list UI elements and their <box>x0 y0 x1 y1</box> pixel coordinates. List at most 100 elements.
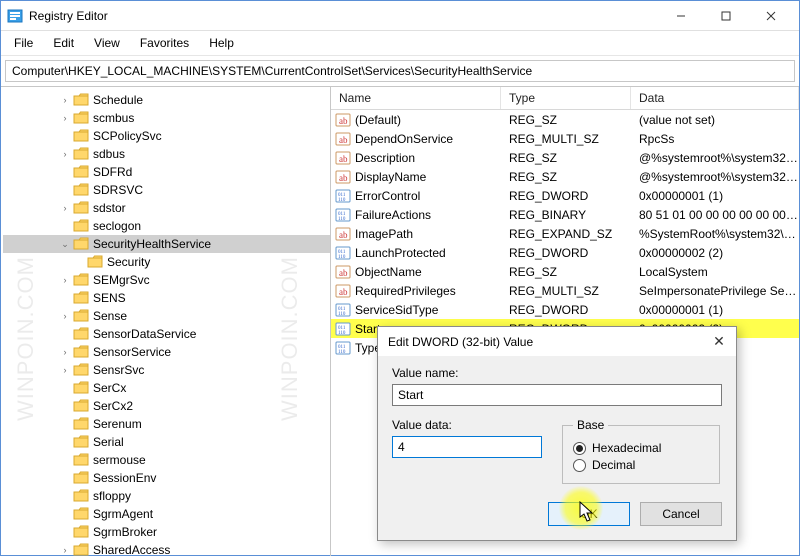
value-row[interactable]: 011110LaunchProtectedREG_DWORD0x00000002… <box>331 243 799 262</box>
dialog-title: Edit DWORD (32-bit) Value <box>388 335 710 349</box>
folder-icon <box>73 507 89 521</box>
tree-item-label: Sense <box>93 309 127 323</box>
tree-item-sgrmagent[interactable]: SgrmAgent <box>3 505 330 523</box>
chevron-right-icon[interactable]: › <box>59 149 71 159</box>
tree-item-serial[interactable]: Serial <box>3 433 330 451</box>
value-row[interactable]: abImagePathREG_EXPAND_SZ%SystemRoot%\sys… <box>331 224 799 243</box>
tree-item-semgrsvc[interactable]: › SEMgrSvc <box>3 271 330 289</box>
ok-button[interactable]: OK <box>548 502 630 526</box>
binary-value-icon: 011110 <box>335 321 351 337</box>
radio-hexadecimal[interactable]: Hexadecimal <box>573 441 709 455</box>
value-row[interactable]: 011110ErrorControlREG_DWORD0x00000001 (1… <box>331 186 799 205</box>
tree-item-scpolicysvc[interactable]: SCPolicySvc <box>3 127 330 145</box>
tree-item-sensordataservice[interactable]: SensorDataService <box>3 325 330 343</box>
svg-text:110: 110 <box>338 255 346 260</box>
folder-icon <box>73 129 89 143</box>
tree-item-label: Security <box>107 255 150 269</box>
value-row[interactable]: abDependOnServiceREG_MULTI_SZRpcSs <box>331 129 799 148</box>
tree-item-label: SEMgrSvc <box>93 273 150 287</box>
folder-icon <box>73 273 89 287</box>
maximize-button[interactable] <box>703 1 748 31</box>
folder-icon <box>73 165 89 179</box>
menu-file[interactable]: File <box>5 33 42 53</box>
tree-item-label: SecurityHealthService <box>93 237 211 251</box>
value-row[interactable]: 011110FailureActionsREG_BINARY80 51 01 0… <box>331 205 799 224</box>
tree-item-serenum[interactable]: Serenum <box>3 415 330 433</box>
tree-item-sense[interactable]: › Sense <box>3 307 330 325</box>
chevron-right-icon[interactable]: › <box>59 545 71 555</box>
tree-item-sercx2[interactable]: SerCx2 <box>3 397 330 415</box>
chevron-down-icon[interactable]: ⌄ <box>59 239 71 250</box>
value-name-input[interactable] <box>392 384 722 406</box>
tree-item-securityhealthservice[interactable]: ⌄ SecurityHealthService <box>3 235 330 253</box>
folder-icon <box>73 435 89 449</box>
binary-value-icon: 011110 <box>335 302 351 318</box>
value-row[interactable]: abDescriptionREG_SZ@%systemroot%\system3… <box>331 148 799 167</box>
menu-favorites[interactable]: Favorites <box>131 33 198 53</box>
chevron-right-icon[interactable]: › <box>59 275 71 285</box>
chevron-right-icon[interactable]: › <box>59 95 71 105</box>
tree-item-security[interactable]: Security <box>3 253 330 271</box>
folder-icon <box>73 453 89 467</box>
tree-item-sensrsvc[interactable]: ›SensrSvc <box>3 361 330 379</box>
menu-edit[interactable]: Edit <box>44 33 83 53</box>
value-data-input[interactable] <box>392 436 542 458</box>
minimize-button[interactable] <box>658 1 703 31</box>
tree-item-seclogon[interactable]: seclogon <box>3 217 330 235</box>
tree-item-sensorservice[interactable]: ›SensorService <box>3 343 330 361</box>
value-row[interactable]: ab(Default)REG_SZ(value not set) <box>331 110 799 129</box>
tree-item-scmbus[interactable]: ›scmbus <box>3 109 330 127</box>
tree-item-sdfrd[interactable]: SDFRd <box>3 163 330 181</box>
tree-item-schedule[interactable]: ›Schedule <box>3 91 330 109</box>
menu-help[interactable]: Help <box>200 33 243 53</box>
value-type: REG_MULTI_SZ <box>501 284 631 298</box>
tree-item-sdstor[interactable]: ›sdstor <box>3 199 330 217</box>
column-type[interactable]: Type <box>501 87 631 109</box>
binary-value-icon: 011110 <box>335 207 351 223</box>
menu-view[interactable]: View <box>85 33 129 53</box>
svg-text:ab: ab <box>339 173 348 183</box>
value-type: REG_EXPAND_SZ <box>501 227 631 241</box>
close-button[interactable] <box>748 1 793 31</box>
radio-icon <box>573 459 586 472</box>
dialog-close-icon[interactable]: ✕ <box>710 333 728 350</box>
value-type: REG_SZ <box>501 151 631 165</box>
svg-text:ab: ab <box>339 116 348 126</box>
value-row[interactable]: abObjectNameREG_SZLocalSystem <box>331 262 799 281</box>
value-row[interactable]: abDisplayNameREG_SZ@%systemroot%\system3… <box>331 167 799 186</box>
tree-item-sdbus[interactable]: ›sdbus <box>3 145 330 163</box>
value-row[interactable]: abRequiredPrivilegesREG_MULTI_SZSeImpers… <box>331 281 799 300</box>
chevron-right-icon[interactable]: › <box>59 113 71 123</box>
chevron-right-icon[interactable]: › <box>59 311 71 321</box>
column-name[interactable]: Name <box>331 87 501 109</box>
svg-text:110: 110 <box>338 350 346 355</box>
radio-dec-label: Decimal <box>592 458 635 472</box>
tree-item-sercx[interactable]: SerCx <box>3 379 330 397</box>
chevron-right-icon[interactable]: › <box>59 365 71 375</box>
tree-item-sens[interactable]: SENS <box>3 289 330 307</box>
tree-pane[interactable]: ›Schedule›scmbusSCPolicySvc›sdbusSDFRdSD… <box>1 87 331 556</box>
radio-decimal[interactable]: Decimal <box>573 458 709 472</box>
tree-item-sdrsvc[interactable]: SDRSVC <box>3 181 330 199</box>
tree-item-sessionenv[interactable]: SessionEnv <box>3 469 330 487</box>
value-row[interactable]: 011110ServiceSidTypeREG_DWORD0x00000001 … <box>331 300 799 319</box>
value-data: LocalSystem <box>631 265 799 279</box>
chevron-right-icon[interactable]: › <box>59 347 71 357</box>
tree-item-sfloppy[interactable]: sfloppy <box>3 487 330 505</box>
string-value-icon: ab <box>335 226 351 242</box>
tree-item-label: SensorDataService <box>93 327 196 341</box>
address-bar[interactable]: Computer\HKEY_LOCAL_MACHINE\SYSTEM\Curre… <box>5 60 795 82</box>
chevron-right-icon[interactable]: › <box>59 203 71 213</box>
tree-item-sharedaccess[interactable]: ›SharedAccess <box>3 541 330 556</box>
column-data[interactable]: Data <box>631 87 799 109</box>
folder-icon <box>73 471 89 485</box>
value-type: REG_SZ <box>501 170 631 184</box>
svg-text:110: 110 <box>338 312 346 317</box>
tree-item-sgrmbroker[interactable]: SgrmBroker <box>3 523 330 541</box>
value-type: REG_SZ <box>501 113 631 127</box>
tree-item-label: Serenum <box>93 417 142 431</box>
tree-item-sermouse[interactable]: sermouse <box>3 451 330 469</box>
cancel-button[interactable]: Cancel <box>640 502 722 526</box>
value-type: REG_DWORD <box>501 303 631 317</box>
folder-icon <box>73 489 89 503</box>
